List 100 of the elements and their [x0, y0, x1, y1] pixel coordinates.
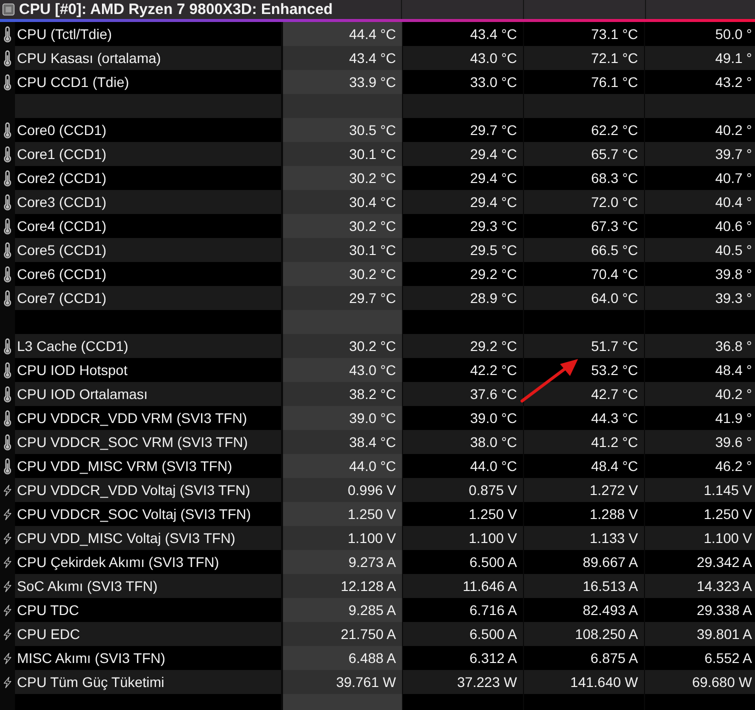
value-cell: 48.4 °: [645, 358, 755, 382]
value-cell: 64.0 °C: [524, 286, 644, 310]
value-cell: 30.2 °C: [283, 334, 402, 358]
thermometer-icon: [2, 266, 12, 282]
thermometer-icon: [2, 434, 12, 450]
value-cell: 1.100 V: [403, 526, 523, 550]
value-cell: 37.6 °C: [403, 382, 523, 406]
thermometer-icon: [2, 386, 12, 402]
value-cell: 21.750 A: [283, 622, 402, 646]
value-cell: 30.4 °C: [283, 190, 402, 214]
value-cell: 16.513 A: [524, 574, 644, 598]
sensor-name: SoC Akımı (SVI3 TFN): [15, 574, 281, 598]
value-cell: 50.0 °: [645, 22, 755, 46]
sensor-name: Core2 (CCD1): [15, 166, 281, 190]
value-cell: 39.6 °: [645, 430, 755, 454]
thermometer-icon: [2, 74, 12, 90]
sensor-name: Core1 (CCD1): [15, 142, 281, 166]
value-cell: 29.342 A: [645, 550, 755, 574]
value-cell: 6.552 A: [645, 646, 755, 670]
sensor-name: MISC Akımı (SVI3 TFN): [15, 646, 281, 670]
value-cell: 29.3 °C: [403, 214, 523, 238]
value-cell: 40.2 °: [645, 118, 755, 142]
value-cell: 42.2 °C: [403, 358, 523, 382]
value-cell: 38.0 °C: [403, 430, 523, 454]
value-cell: 49.1 °: [645, 46, 755, 70]
value-cell: 89.667 A: [524, 550, 644, 574]
value-cell: 43.4 °C: [403, 22, 523, 46]
sensor-name: CPU VDDCR_VDD Voltaj (SVI3 TFN): [15, 478, 281, 502]
sensor-name: Core6 (CCD1): [15, 262, 281, 286]
value-cell: 30.2 °C: [283, 262, 402, 286]
value-cell: 65.7 °C: [524, 142, 644, 166]
value-cell: 30.5 °C: [283, 118, 402, 142]
value-cell: 73.1 °C: [524, 22, 644, 46]
sensor-name: CPU EDC: [15, 622, 281, 646]
value-cell: 29.4 °C: [403, 190, 523, 214]
thermometer-icon: [2, 26, 12, 42]
value-cell: 82.493 A: [524, 598, 644, 622]
value-cell: 29.5 °C: [403, 238, 523, 262]
value-cell: 40.2 °: [645, 382, 755, 406]
value-cell: 9.285 A: [283, 598, 402, 622]
value-cell: 1.250 V: [283, 502, 402, 526]
value-cell: 39.0 °C: [403, 406, 523, 430]
sensor-name: CPU TDC: [15, 598, 281, 622]
value-cell: 51.7 °C: [524, 334, 644, 358]
sensor-name: CPU VDDCR_SOC Voltaj (SVI3 TFN): [15, 502, 281, 526]
sensor-name: CPU (Tctl/Tdie): [15, 22, 281, 46]
sensor-name: Core7 (CCD1): [15, 286, 281, 310]
thermometer-icon: [2, 242, 12, 258]
thermometer-icon: [2, 338, 12, 354]
value-cell: 29.4 °C: [403, 142, 523, 166]
sensor-name: Core4 (CCD1): [15, 214, 281, 238]
sensor-name: CPU Kasası (ortalama): [15, 46, 281, 70]
thermometer-icon: [2, 50, 12, 66]
value-cell: 38.2 °C: [283, 382, 402, 406]
value-cell: 30.1 °C: [283, 238, 402, 262]
value-cell: 1.145 V: [645, 478, 755, 502]
value-cell: 141.640 W: [524, 670, 644, 694]
value-cell: 41.2 °C: [524, 430, 644, 454]
value-cell: 43.0 °C: [403, 46, 523, 70]
value-cell: 68.3 °C: [524, 166, 644, 190]
value-cell: 1.250 V: [645, 502, 755, 526]
thermometer-icon: [2, 362, 12, 378]
value-cell: 108.250 A: [524, 622, 644, 646]
sensor-name: CPU IOD Hotspot: [15, 358, 281, 382]
thermometer-icon: [2, 410, 12, 426]
sensor-name: CPU Çekirdek Akımı (SVI3 TFN): [15, 550, 281, 574]
value-cell: 33.9 °C: [283, 70, 402, 94]
value-cell: 44.0 °C: [403, 454, 523, 478]
value-cell: 1.100 V: [645, 526, 755, 550]
value-cell: 0.996 V: [283, 478, 402, 502]
thermometer-icon: [2, 170, 12, 186]
value-cell: 43.4 °C: [283, 46, 402, 70]
value-cell: 9.273 A: [283, 550, 402, 574]
value-cell: 11.646 A: [403, 574, 523, 598]
value-cell: 33.0 °C: [403, 70, 523, 94]
value-cell: 29.4 °C: [403, 166, 523, 190]
arrow-annotation: [520, 356, 580, 404]
sensor-name: CPU VDD_MISC Voltaj (SVI3 TFN): [15, 526, 281, 550]
value-cell: 62.2 °C: [524, 118, 644, 142]
thermometer-icon: [2, 458, 12, 474]
sensor-name: CPU VDDCR_SOC VRM (SVI3 TFN): [15, 430, 281, 454]
value-cell: 48.4 °C: [524, 454, 644, 478]
value-cell: 6.500 A: [403, 622, 523, 646]
value-cell: 39.3 °: [645, 286, 755, 310]
sensor-name: CPU VDD_MISC VRM (SVI3 TFN): [15, 454, 281, 478]
sensor-name: CPU VDDCR_VDD VRM (SVI3 TFN): [15, 406, 281, 430]
value-cell: 39.7 °: [645, 142, 755, 166]
thermometer-icon: [2, 146, 12, 162]
sensor-name: Core5 (CCD1): [15, 238, 281, 262]
sensor-name: Core0 (CCD1): [15, 118, 281, 142]
value-cell: 39.761 W: [283, 670, 402, 694]
thermometer-icon: [2, 122, 12, 138]
value-cell: 43.0 °C: [283, 358, 402, 382]
value-cell: 1.272 V: [524, 478, 644, 502]
value-cell: 44.3 °C: [524, 406, 644, 430]
value-cell: 14.323 A: [645, 574, 755, 598]
value-cell: 29.2 °C: [403, 262, 523, 286]
value-cell: 30.2 °C: [283, 214, 402, 238]
value-cell: 44.4 °C: [283, 22, 402, 46]
value-cell: 44.0 °C: [283, 454, 402, 478]
